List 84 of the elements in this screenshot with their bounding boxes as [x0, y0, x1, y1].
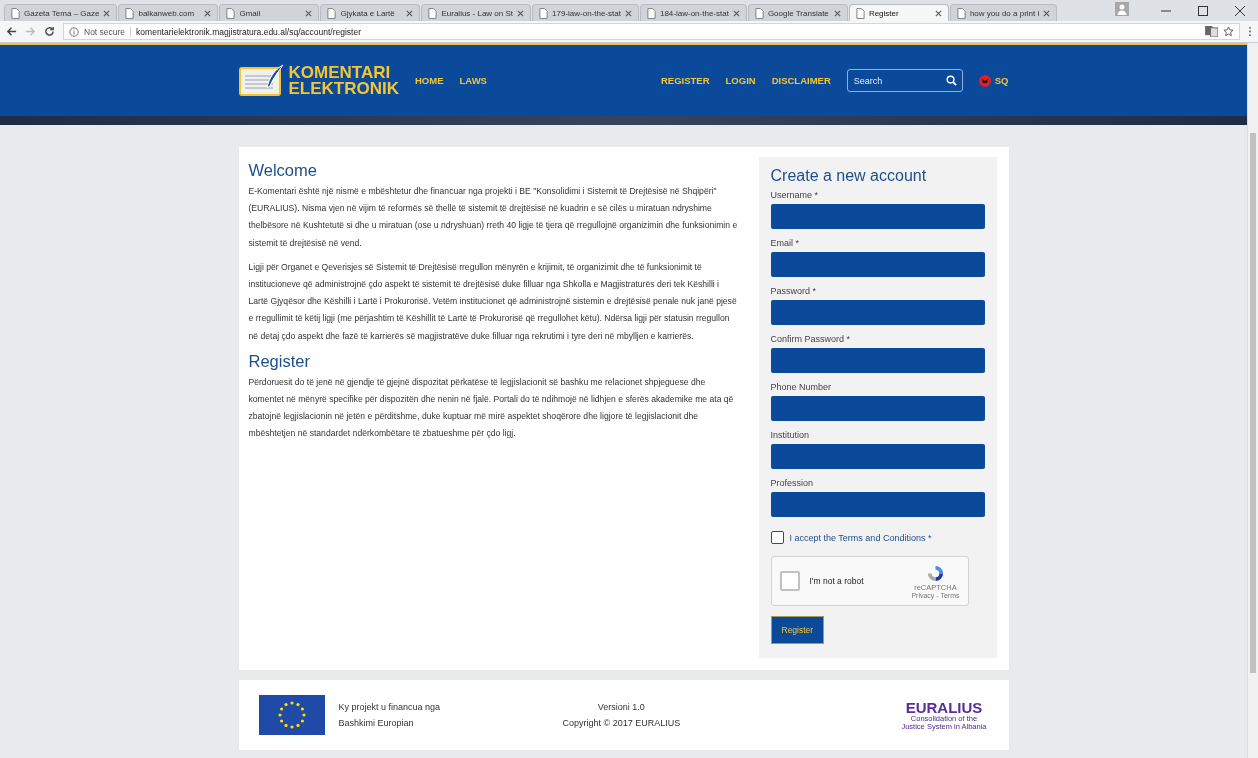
- close-icon[interactable]: [1043, 9, 1051, 17]
- browser-tab[interactable]: Gazeta Tema – Gaze: [4, 4, 118, 21]
- browser-tab[interactable]: Gjykata e Lartë: [320, 4, 421, 21]
- nav-link[interactable]: REGISTER: [661, 75, 710, 86]
- checkbox[interactable]: [770, 531, 784, 544]
- search-icon[interactable]: [945, 75, 957, 86]
- paragraph: Ligji për Organet e Qeverisjes së Sistemit të Drejtësisë rregullon mënyrën e krijimit, të organizimit dhe të funksionimit të institucioneve që administrojnë çdo aspekt të sistemit të drejtësisë duke filluar nga Shkolla e Magjistraturës deri tek Këshilli i Lartë Gjyqësor dhe Këshilli i Lartë i Prokurorisë. Vetëm institucionet që administrojnë sistemin e drejtësisë penale nuk janë pjesë e rregullimit të këtij ligji (me përjashtim të Këshillit të Lartë të Prokurorisë që rregullohet këtu). Ndërsa ligji për statusin rregullon në detaj çdo aspekt dhe fazë të karrierës së magjistratëve duke filluar nga rekrutimi i tyre deri në mbylljen e karrierës.: [248, 260, 738, 343]
- flag-icon[interactable]: [978, 74, 991, 87]
- back-icon[interactable]: [6, 26, 17, 37]
- browser-tab[interactable]: how you do a print i: [949, 4, 1058, 21]
- version-text: Versioni 1.0: [597, 702, 645, 712]
- close-icon[interactable]: [624, 9, 632, 17]
- page-icon: [646, 7, 656, 19]
- input-field[interactable]: [770, 252, 985, 277]
- footer-text: Bashkimi Europian: [338, 718, 415, 728]
- page-icon: [226, 7, 236, 19]
- browser-tab[interactable]: Gmail: [219, 4, 320, 21]
- recaptcha-icon: [925, 563, 945, 583]
- browser-tab[interactable]: 179-law-on-the-stat: [532, 4, 639, 21]
- browser-tab[interactable]: 184-law-on-the-stat: [639, 4, 747, 21]
- url-text[interactable]: komentarielektronik.magjistratura.edu.al/sq/account/register: [136, 26, 361, 37]
- page-icon: [428, 7, 438, 19]
- close-icon[interactable]: [406, 9, 414, 17]
- nav-link[interactable]: DISCLAIMER: [771, 75, 831, 86]
- close-icon[interactable]: [204, 9, 212, 17]
- input-field[interactable]: [770, 492, 985, 517]
- user-icon[interactable]: [1115, 2, 1129, 16]
- star-icon[interactable]: [1223, 26, 1234, 37]
- page-icon: [327, 7, 337, 19]
- field-label: Confirm Password *: [770, 333, 852, 346]
- captcha-label: I'm not a robot: [809, 576, 864, 586]
- input-field[interactable]: [770, 204, 985, 229]
- register-button[interactable]: Register: [770, 616, 825, 644]
- page-icon: [855, 7, 865, 19]
- close-icon[interactable]: [103, 9, 111, 17]
- close-icon[interactable]: [517, 9, 525, 17]
- copyright-text: Copyright © 2017 EURALIUS: [562, 718, 681, 728]
- page-icon: [956, 7, 966, 19]
- page-icon: [539, 7, 549, 19]
- section-heading: Register: [248, 351, 311, 371]
- browser-tab[interactable]: Euralius - Law on St: [421, 4, 532, 21]
- input-field[interactable]: [770, 300, 985, 325]
- page-icon: [754, 7, 764, 19]
- nav-link[interactable]: HOME: [415, 75, 444, 86]
- field-label: Institution: [770, 429, 811, 442]
- security-label: Not secure: [84, 26, 132, 37]
- page-icon: [125, 7, 135, 19]
- browser-tab[interactable]: Google Translate: [747, 4, 848, 21]
- browser-tab[interactable]: balkanweb.com: [118, 4, 219, 21]
- nav-link[interactable]: LOGIN: [725, 75, 756, 86]
- input-field[interactable]: [770, 348, 985, 373]
- menu-icon[interactable]: [1248, 26, 1252, 37]
- paragraph: Përdoruesit do të jenë në gjendje të gjejnë dispozitat përkatëse të legjislacionit së bashku me relacionet shpjeguese dhe komentet në mënyrë specifike për dispozitën dhe nenin në fjalë. Portali do të ndihmojë në lidhjen e sferës akademike me ata që zbatojnë legjislacionin në jetën e përditshme, duke kuptuar më mirë aspektet shoqërore dhe ligjore të legjislacionit dhe mbështetjen në standardet ndërkombëtare të zbatueshme për çdo ligj.: [248, 375, 735, 441]
- form-title: Create a new account: [770, 167, 928, 185]
- close-icon[interactable]: [732, 9, 740, 17]
- field-label: Password *: [770, 285, 818, 298]
- close-icon[interactable]: [934, 9, 942, 17]
- search-field[interactable]: Search: [846, 69, 963, 92]
- footer-text: Ky projekt u financua nga: [338, 702, 442, 712]
- paragraph: E-Komentari është një nismë e mbështetur dhe financuar nga projekti i BE "Konsolidimi i Sistemit të Drejtësisë në Shqipëri" (EURALIUS). Nisma vjen në vijim të reformës së thellë të sistemit të drejtësisë në kuadrin e së cilës u miratuan ndryshime thelbësore në Kushtetutë si dhe u miratuan (ose u ndryshuan) rreth 40 ligje të tjera që rregullojnë organizimin dhe funksionimin e sistemit të drejtësisë në vend.: [248, 185, 739, 250]
- close-icon[interactable]: [1235, 5, 1245, 16]
- page-icon: [11, 7, 20, 19]
- section-heading: Welcome: [248, 161, 318, 180]
- site-logo[interactable]: KOMENTARI ELEKTRONIK: [288, 64, 399, 97]
- field-label: Phone Number: [770, 381, 833, 394]
- flag-icon: [258, 695, 325, 735]
- browser-tab[interactable]: Register: [848, 4, 949, 21]
- maximize-icon[interactable]: [1198, 5, 1208, 16]
- scroll-thumb[interactable]: [1250, 133, 1256, 673]
- input-field[interactable]: [770, 444, 985, 469]
- captcha-checkbox[interactable]: [779, 571, 800, 591]
- input-field[interactable]: [770, 396, 985, 421]
- info-icon[interactable]: [69, 26, 79, 37]
- scrollbar[interactable]: [1247, 43, 1258, 758]
- language-link[interactable]: SQ: [994, 75, 1009, 86]
- close-icon[interactable]: [833, 9, 841, 17]
- translate-icon[interactable]: [1205, 26, 1218, 37]
- terms-label[interactable]: I accept the Terms and Conditions *: [789, 532, 932, 543]
- field-label: Username *: [770, 189, 820, 202]
- field-label: Email *: [770, 237, 800, 250]
- nav-link[interactable]: LAWS: [459, 75, 487, 86]
- reload-icon[interactable]: [44, 26, 55, 37]
- field-label: Profession: [770, 477, 815, 490]
- close-icon[interactable]: [305, 9, 313, 17]
